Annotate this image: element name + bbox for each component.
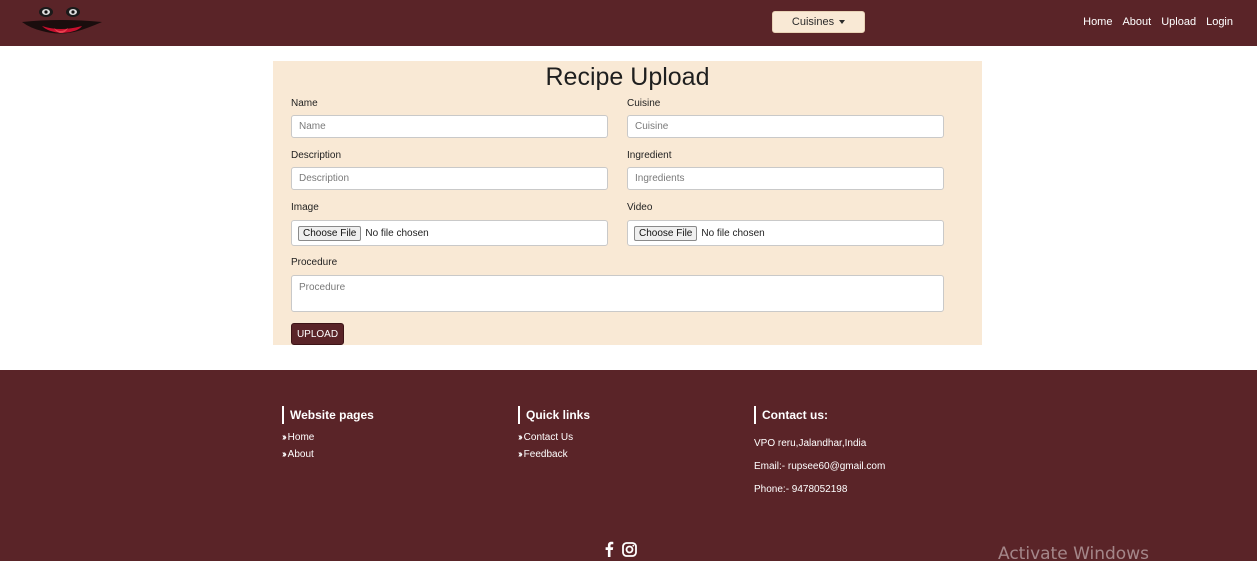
name-label: Name <box>291 98 318 109</box>
double-chevron-right-icon: ›› <box>518 449 522 460</box>
instagram-icon[interactable] <box>622 541 637 557</box>
double-chevron-right-icon: ›› <box>518 432 522 443</box>
image-label: Image <box>291 202 319 213</box>
contact-address: VPO reru,Jalandhar,India <box>754 438 867 449</box>
cuisines-dropdown[interactable]: Cuisines <box>772 11 865 33</box>
nav-links: Home About Upload Login <box>1083 16 1233 28</box>
page-title: Recipe Upload <box>545 63 710 91</box>
activate-windows-watermark: Activate Windows <box>998 544 1149 561</box>
nav-link-about[interactable]: About <box>1122 16 1151 28</box>
recipe-upload-form: Recipe Upload Name Cuisine Description I… <box>273 61 982 345</box>
footer: Website pages ›› Home ›› About Quick lin… <box>0 370 1257 561</box>
video-file-status: No file chosen <box>701 227 765 239</box>
nav-link-upload[interactable]: Upload <box>1161 16 1196 28</box>
caret-down-icon <box>839 20 846 24</box>
footer-link-contact-us-label: Contact Us <box>523 432 574 443</box>
footer-link-about[interactable]: ›› About <box>282 449 374 460</box>
double-chevron-right-icon: ›› <box>282 449 286 460</box>
upload-button[interactable]: UPLOAD <box>291 323 344 345</box>
navbar: Cuisines Home About Upload Login <box>0 0 1257 46</box>
name-input[interactable] <box>291 115 608 138</box>
logo-face-icon[interactable] <box>18 2 104 36</box>
footer-contact: Contact us: VPO reru,Jalandhar,India Ema… <box>754 406 885 495</box>
double-chevron-right-icon: ›› <box>282 432 286 443</box>
cuisine-input[interactable] <box>627 115 944 138</box>
footer-heading-contact: Contact us: <box>754 406 885 424</box>
ingredient-input[interactable] <box>627 167 944 190</box>
cuisines-dropdown-label: Cuisines <box>791 16 835 28</box>
image-choose-file-button[interactable]: Choose File <box>298 225 362 241</box>
footer-link-home[interactable]: ›› Home <box>282 432 374 443</box>
cuisine-label: Cuisine <box>627 98 661 109</box>
footer-link-contact-us[interactable]: ›› Contact Us <box>518 432 590 443</box>
footer-link-about-label: About <box>287 449 314 460</box>
nav-link-home[interactable]: Home <box>1083 16 1112 28</box>
contact-phone: Phone:- 9478052198 <box>754 484 848 495</box>
image-file-input[interactable]: Choose File No file chosen <box>291 220 608 246</box>
footer-website-pages: Website pages ›› Home ›› About <box>282 406 374 460</box>
procedure-textarea[interactable] <box>291 275 944 312</box>
facebook-icon[interactable] <box>604 541 614 557</box>
description-label: Description <box>291 150 342 161</box>
ingredient-label: Ingredient <box>627 150 672 161</box>
video-label: Video <box>627 202 653 213</box>
description-input[interactable] <box>291 167 608 190</box>
footer-heading-quick-links: Quick links <box>518 406 590 424</box>
procedure-label: Procedure <box>291 257 338 268</box>
nav-link-login[interactable]: Login <box>1206 16 1233 28</box>
footer-link-feedback[interactable]: ›› Feedback <box>518 449 590 460</box>
image-file-status: No file chosen <box>365 227 429 239</box>
social-links <box>604 541 637 557</box>
footer-heading-website-pages: Website pages <box>282 406 374 424</box>
contact-email: Email:- rupsee60@gmail.com <box>754 461 886 472</box>
footer-link-feedback-label: Feedback <box>523 449 568 460</box>
video-file-input[interactable]: Choose File No file chosen <box>627 220 944 246</box>
footer-link-home-label: Home <box>287 432 315 443</box>
video-choose-file-button[interactable]: Choose File <box>634 225 698 241</box>
footer-quick-links: Quick links ›› Contact Us ›› Feedback <box>518 406 590 460</box>
